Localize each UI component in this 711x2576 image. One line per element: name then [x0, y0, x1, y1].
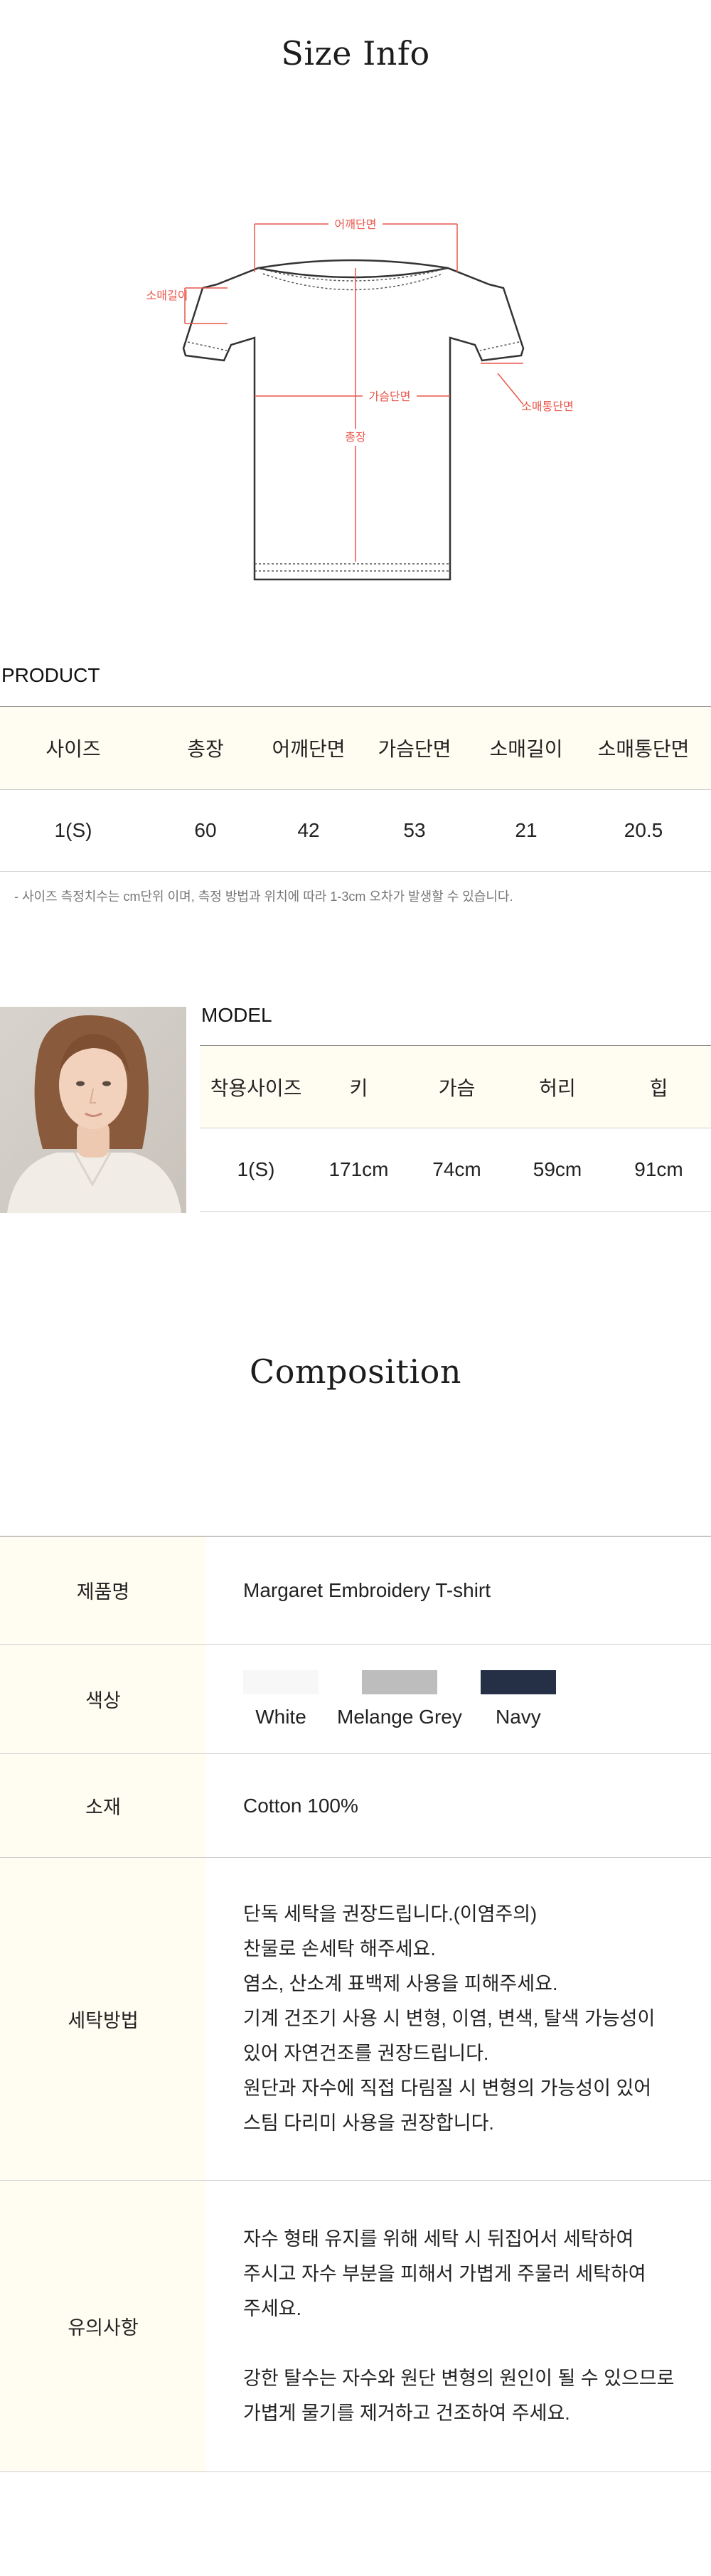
- cell-size: 1(S): [54, 819, 92, 841]
- composition-title: Composition: [250, 1352, 461, 1391]
- model-size-table: 착용사이즈 키 가슴 허리 힙 1(S) 171cm 74cm 59cm 91c…: [200, 1045, 711, 1212]
- header-length: 총장: [187, 738, 224, 760]
- tshirt-outline: [182, 267, 525, 581]
- header-chest: 가슴단면: [378, 738, 451, 760]
- cell-shoulder: 42: [297, 819, 320, 841]
- size-info-title: Size Info: [281, 34, 430, 73]
- caution-text: 자수 형태 유지를 위해 세탁 시 뒤집어서 세탁하여 주시고 자수 부분을 피…: [206, 2181, 711, 2471]
- color-swatches: White Melange Grey Navy: [243, 1669, 574, 1728]
- caution-line: 자수 형태 유지를 위해 세탁 시 뒤집어서 세탁하여: [243, 2228, 634, 2250]
- material-label: 소재: [0, 1754, 206, 1857]
- color-label: 색상: [0, 1645, 206, 1753]
- model-photo: [0, 1007, 186, 1213]
- product-size-table: 사이즈 총장 어깨단면 가슴단면 소매길이 소매통단면 1(S) 60 42 5…: [0, 706, 711, 872]
- wash-line: 스팀 다리미 사용을 권장합니다.: [243, 2112, 494, 2134]
- tshirt-size-diagram: 어깨단면 소매길이 가슴단면 총장 소매통단면: [146, 215, 574, 581]
- wash-label: 세탁방법: [0, 1858, 206, 2180]
- wash-line: 있어 자연건조를 권장드립니다.: [243, 2043, 489, 2064]
- table-row: 1(S) 171cm 74cm 59cm 91cm: [200, 1128, 711, 1212]
- wash-line: 기계 건조기 사용 시 변형, 이염, 변색, 탈색 가능성이: [243, 2008, 656, 2029]
- chest-label: 가슴단면: [369, 390, 411, 403]
- swatch-white: [243, 1669, 319, 1694]
- header-bust: 가슴: [438, 1076, 476, 1099]
- cell-sleeve-length: 21: [515, 819, 538, 841]
- swatch-label-navy: Navy: [495, 1705, 541, 1728]
- caution-row: 유의사항 자수 형태 유지를 위해 세탁 시 뒤집어서 세탁하여 주시고 자수 …: [0, 2181, 711, 2472]
- header-height: 키: [349, 1076, 368, 1099]
- wash-line: 찬물로 손세탁 해주세요.: [243, 1938, 436, 1960]
- swatch-label-melange-grey: Melange Grey: [337, 1705, 462, 1728]
- color-swatch-navy: Navy: [480, 1669, 556, 1728]
- wash-row: 세탁방법 단독 세탁을 권장드립니다.(이염주의) 찬물로 손세탁 해주세요. …: [0, 1858, 711, 2181]
- wash-line: 염소, 산소계 표백제 사용을 피해주세요.: [243, 1973, 558, 1994]
- header-sleeve-length: 소매길이: [489, 738, 563, 760]
- caution-label: 유의사항: [0, 2181, 206, 2471]
- composition-table: 제품명 Margaret Embroidery T-shirt 색상 White…: [0, 1536, 711, 2472]
- wash-line: 단독 세탁을 권장드립니다.(이염주의): [243, 1903, 538, 1925]
- cell-hip: 91cm: [634, 1158, 683, 1180]
- cell-bust: 74cm: [432, 1158, 481, 1180]
- swatch-melange-grey: [361, 1669, 437, 1694]
- table-header-row: 착용사이즈 키 가슴 허리 힙: [200, 1045, 711, 1128]
- swatch-label-white: White: [255, 1705, 306, 1728]
- header-size: 사이즈: [46, 738, 101, 760]
- cell-sleeve-opening: 20.5: [624, 819, 663, 841]
- cell-chest: 53: [403, 819, 426, 841]
- header-hip: 힙: [649, 1076, 668, 1099]
- shoulder-label: 어깨단면: [335, 218, 377, 231]
- sleeve-length-label: 소매길이: [146, 289, 188, 302]
- cell-length: 60: [194, 819, 217, 841]
- header-sleeve-opening: 소매통단면: [597, 738, 690, 760]
- caution-line: 강한 탈수는 자수와 원단 변형의 원인이 될 수 있으므로: [243, 2367, 675, 2389]
- product-name-row: 제품명 Margaret Embroidery T-shirt: [0, 1536, 711, 1645]
- caution-line: 가볍게 물기를 제거하고 건조하여 주세요.: [243, 2402, 570, 2424]
- product-label: PRODUCT: [1, 664, 100, 686]
- cell-wearing-size: 1(S): [237, 1158, 275, 1180]
- color-row: 색상 White Melange Grey Navy: [0, 1645, 711, 1754]
- caution-line: 주세요.: [243, 2297, 302, 2319]
- table-row: 1(S) 60 42 53 21 20.5: [0, 790, 711, 872]
- color-swatch-white: White: [243, 1669, 319, 1728]
- color-swatch-melange-grey: Melange Grey: [337, 1669, 462, 1728]
- material-value: Cotton 100%: [243, 1794, 358, 1817]
- table-header-row: 사이즈 총장 어깨단면 가슴단면 소매길이 소매통단면: [0, 706, 711, 790]
- color-value: White Melange Grey Navy: [206, 1645, 711, 1753]
- size-note: - 사이즈 측정치수는 cm단위 이며, 측정 방법과 위치에 따라 1-3cm…: [14, 889, 513, 904]
- caution-line: 주시고 자수 부분을 피해서 가볍게 주물러 세탁하여: [243, 2262, 646, 2284]
- header-wearing-size: 착용사이즈: [210, 1076, 302, 1099]
- cell-waist: 59cm: [533, 1158, 582, 1180]
- sleeve-opening-label: 소매통단면: [521, 400, 574, 413]
- length-label: 총장: [345, 430, 366, 444]
- header-waist: 허리: [539, 1076, 576, 1099]
- swatch-navy: [480, 1669, 556, 1694]
- wash-line: 원단과 자수에 직접 다림질 시 변형의 가능성이 있어: [243, 2078, 652, 2099]
- header-shoulder: 어깨단면: [272, 738, 346, 760]
- product-name-value: Margaret Embroidery T-shirt: [243, 1578, 491, 1601]
- product-name-label: 제품명: [0, 1536, 206, 1644]
- model-label: MODEL: [201, 1004, 272, 1026]
- material-row: 소재 Cotton 100%: [0, 1754, 711, 1858]
- cell-height: 171cm: [328, 1158, 389, 1180]
- wash-instructions: 단독 세탁을 권장드립니다.(이염주의) 찬물로 손세탁 해주세요. 염소, 산…: [206, 1858, 711, 2180]
